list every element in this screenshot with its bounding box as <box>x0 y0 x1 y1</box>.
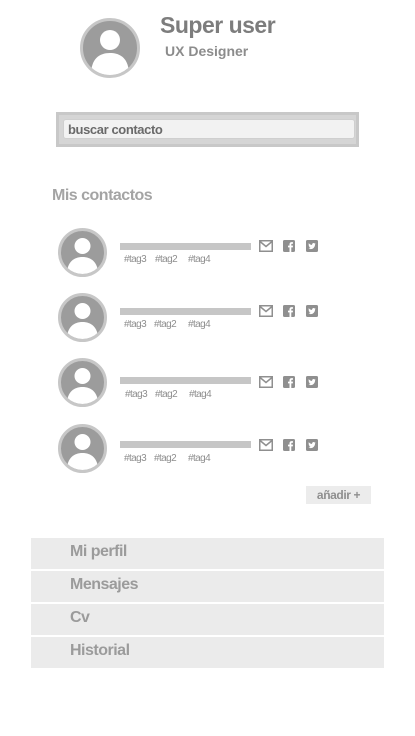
facebook-icon[interactable] <box>283 305 295 317</box>
mail-icon[interactable] <box>259 376 273 388</box>
menu-item-mi-perfil[interactable]: Mi perfil <box>31 538 384 571</box>
search-input[interactable] <box>63 119 355 139</box>
user-silhouette-icon <box>67 303 98 339</box>
contact-tag[interactable]: #tag4 <box>189 389 212 400</box>
contact-row[interactable]: #tag3 #tag2 #tag4 <box>58 228 328 278</box>
contact-tag[interactable]: #tag3 <box>124 319 147 330</box>
twitter-icon[interactable] <box>306 305 318 317</box>
user-silhouette-icon <box>91 30 129 75</box>
contact-avatar[interactable] <box>58 358 107 407</box>
twitter-icon[interactable] <box>306 376 318 388</box>
mail-icon[interactable] <box>259 305 273 317</box>
facebook-icon[interactable] <box>283 439 295 451</box>
contact-tag[interactable]: #tag2 <box>155 389 178 400</box>
contact-name-placeholder <box>120 243 251 250</box>
contact-tag[interactable]: #tag3 <box>124 453 147 464</box>
contact-tag[interactable]: #tag4 <box>188 453 211 464</box>
menu-item-label: Historial <box>70 642 130 659</box>
contact-row[interactable]: #tag3 #tag2 #tag4 <box>58 358 328 408</box>
profile-name: Super user <box>160 12 276 38</box>
menu-item-label: Mensajes <box>70 576 139 593</box>
mail-icon[interactable] <box>259 439 273 451</box>
contact-row[interactable]: #tag3 #tag2 #tag4 <box>58 424 328 474</box>
contact-name-placeholder <box>120 377 251 384</box>
menu-item-label: Mi perfil <box>70 543 127 560</box>
twitter-icon[interactable] <box>306 439 318 451</box>
contact-row[interactable]: #tag3 #tag2 #tag4 <box>58 293 328 343</box>
contact-avatar[interactable] <box>58 293 107 342</box>
mail-icon[interactable] <box>259 240 273 252</box>
profile-role: UX Designer <box>165 43 249 59</box>
contact-tag[interactable]: #tag4 <box>188 319 211 330</box>
user-silhouette-icon <box>67 434 98 470</box>
menu-item-mensajes[interactable]: Mensajes <box>31 571 384 604</box>
main-menu: Mi perfil Mensajes Cv Historial <box>31 538 384 670</box>
user-silhouette-icon <box>67 368 98 404</box>
contact-tag[interactable]: #tag2 <box>155 254 178 265</box>
twitter-icon[interactable] <box>306 240 318 252</box>
contacts-section-title: Mis contactos <box>52 187 153 204</box>
facebook-icon[interactable] <box>283 376 295 388</box>
contact-name-placeholder <box>120 308 251 315</box>
menu-item-label: Cv <box>70 609 90 626</box>
search-box <box>56 112 359 147</box>
user-silhouette-icon <box>67 238 98 274</box>
facebook-icon[interactable] <box>283 240 295 252</box>
contact-tag[interactable]: #tag3 <box>125 389 148 400</box>
contact-tag[interactable]: #tag4 <box>188 254 211 265</box>
menu-item-cv[interactable]: Cv <box>31 604 384 637</box>
contact-tag[interactable]: #tag3 <box>124 254 147 265</box>
contact-tag[interactable]: #tag2 <box>154 319 177 330</box>
profile-avatar[interactable] <box>80 18 140 78</box>
menu-item-historial[interactable]: Historial <box>31 637 384 670</box>
contact-avatar[interactable] <box>58 228 107 277</box>
contact-avatar[interactable] <box>58 424 107 473</box>
contact-tag[interactable]: #tag2 <box>154 453 177 464</box>
contact-name-placeholder <box>120 441 251 448</box>
add-contact-button[interactable]: añadir + <box>306 486 371 504</box>
